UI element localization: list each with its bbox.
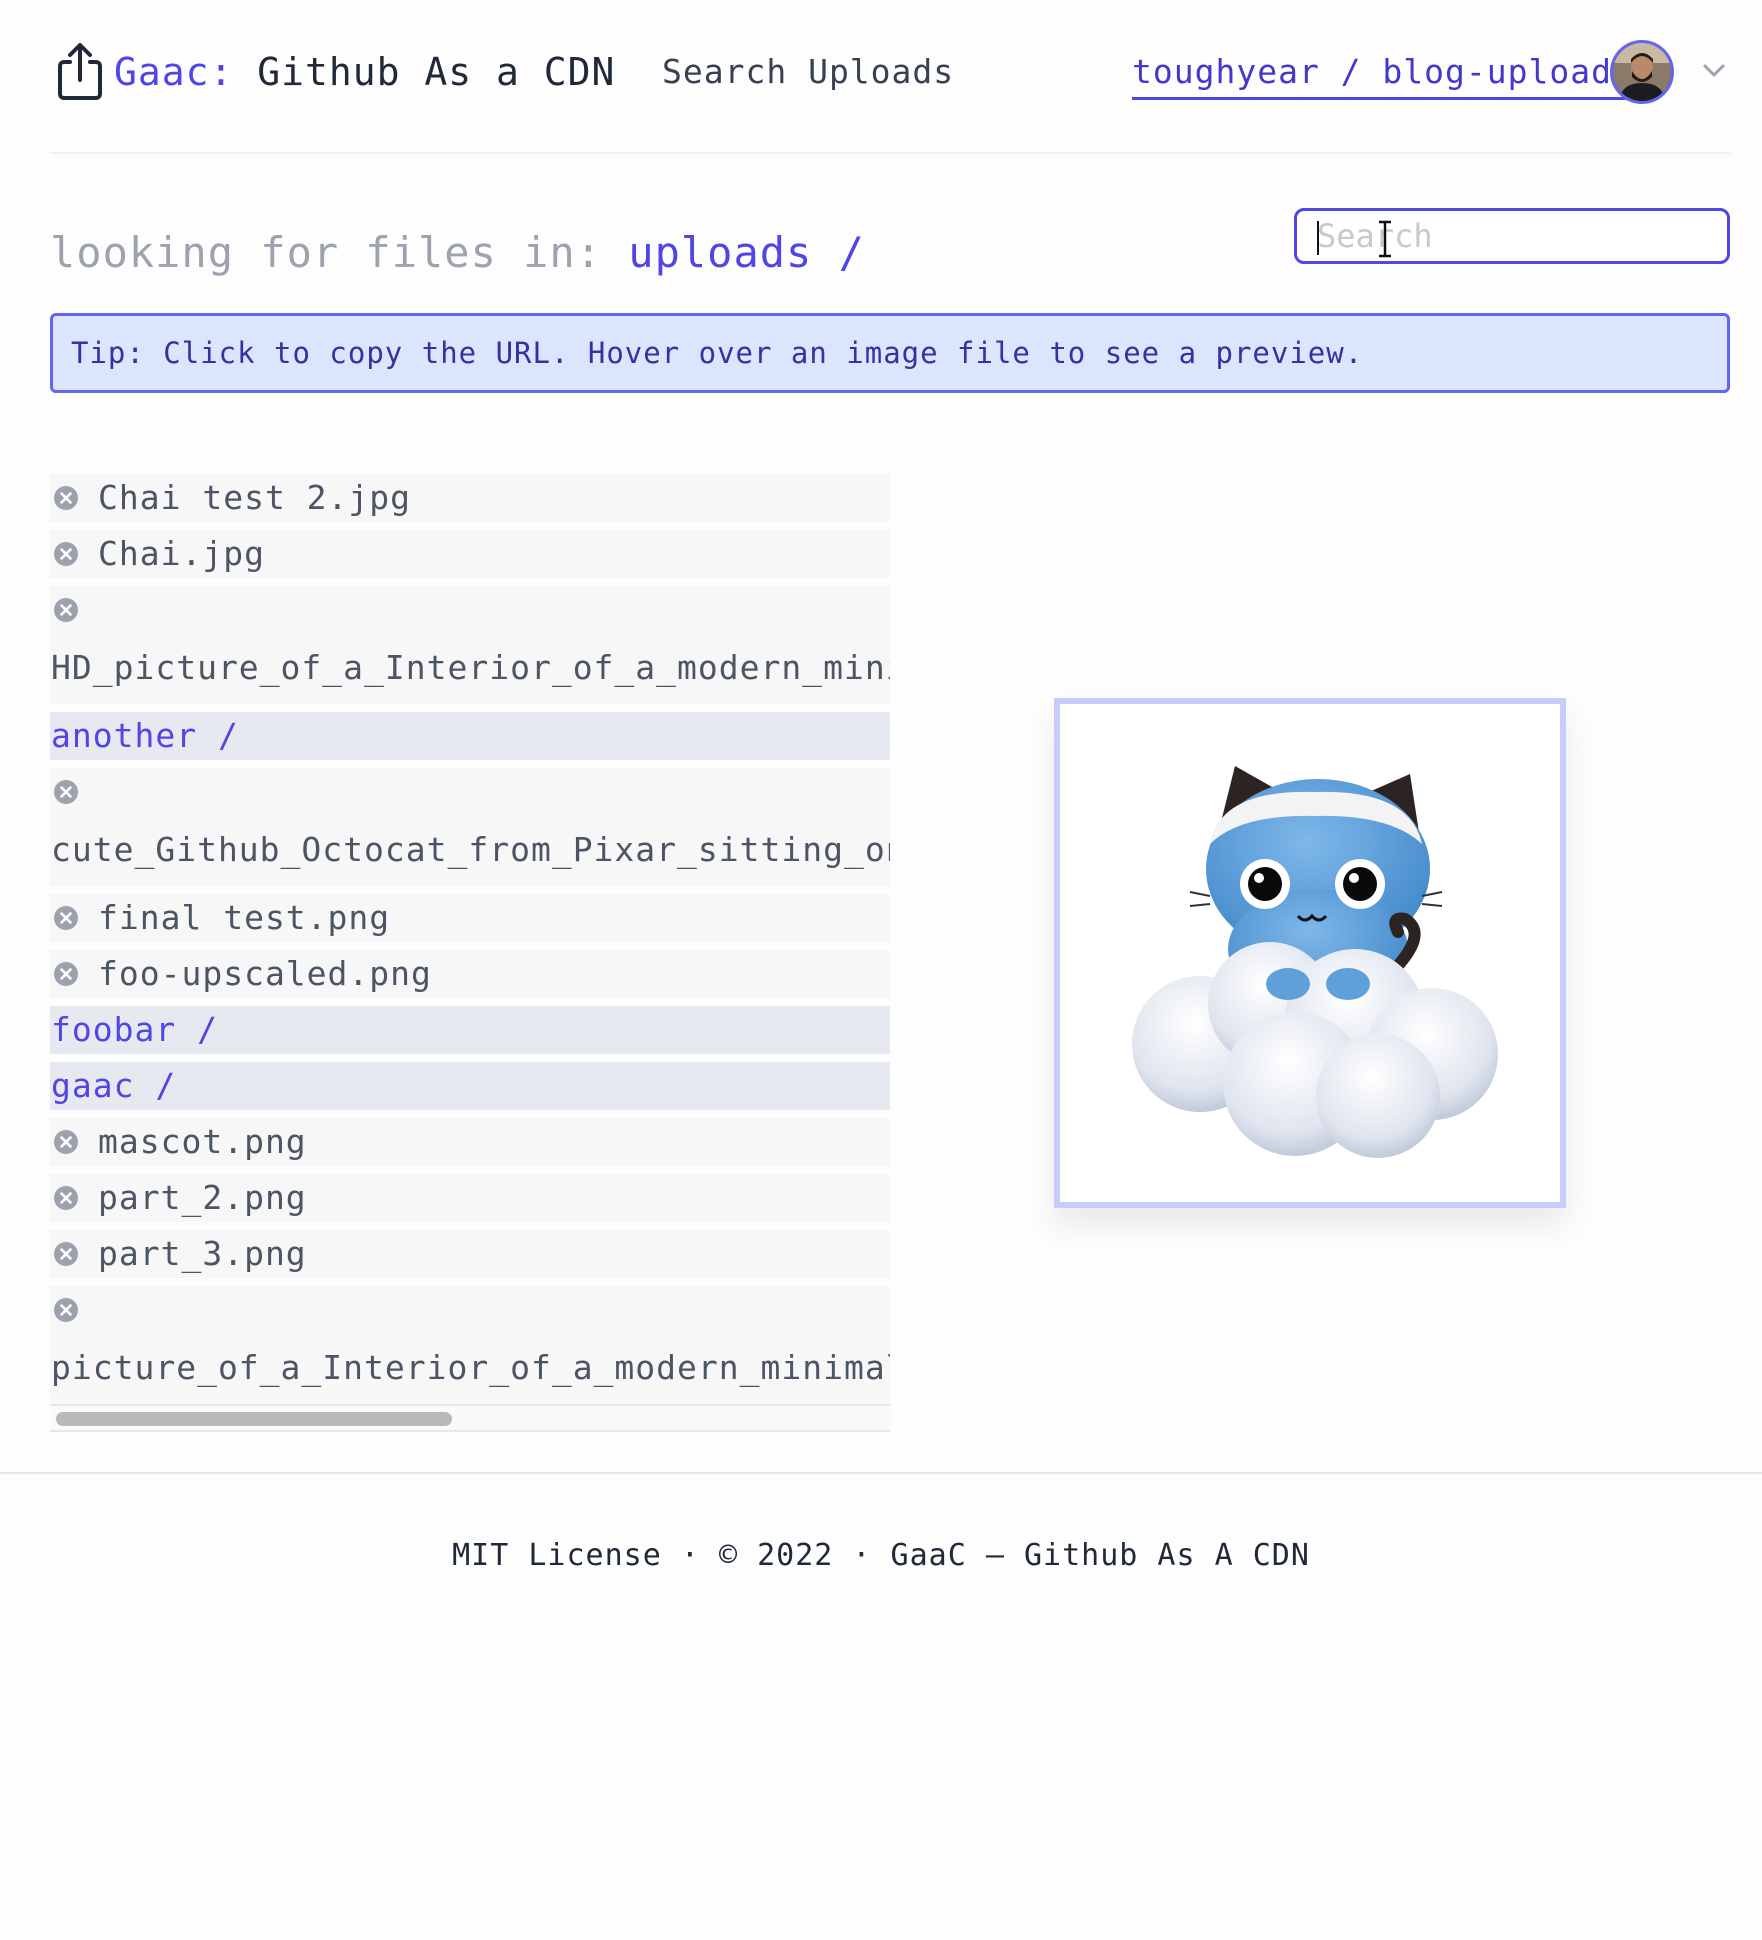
file-row[interactable]: HD_picture_of_a_Interior_of_a_modern_min… — [50, 586, 890, 704]
image-preview — [1054, 698, 1566, 1208]
delete-file-icon[interactable] — [52, 1240, 80, 1268]
search-box[interactable] — [1294, 208, 1730, 264]
brand-tagline: Github As a CDN — [233, 50, 616, 94]
delete-file-icon[interactable] — [52, 1296, 80, 1324]
horizontal-scrollbar[interactable] — [50, 1404, 890, 1432]
user-avatar-icon — [1613, 43, 1671, 101]
file-name: part_3.png — [98, 1234, 307, 1273]
footer-divider — [0, 1472, 1762, 1474]
delete-file-icon[interactable] — [52, 1184, 80, 1212]
octocat-mascot-image — [1132, 766, 1498, 1158]
file-row[interactable]: mascot.png — [50, 1118, 890, 1166]
tip-text: Tip: Click to copy the URL. Hover over a… — [71, 336, 1364, 370]
footer-text: MIT License · © 2022 · GaaC – Github As … — [452, 1538, 1310, 1573]
file-list: Chai test 2.jpg Chai.jpg HD_picture_of_a_I… — [50, 474, 890, 1432]
repo-link[interactable]: toughyear / blog-uploads — [1132, 52, 1633, 100]
file-row[interactable]: picture_of_a_Interior_of_a_modern_minima… — [50, 1286, 890, 1404]
file-row[interactable]: Chai.jpg — [50, 530, 890, 578]
delete-file-icon[interactable] — [52, 540, 80, 568]
share-upload-icon — [58, 43, 102, 100]
delete-file-icon[interactable] — [52, 596, 80, 624]
file-row[interactable]: part_2.png — [50, 1174, 890, 1222]
delete-file-icon[interactable] — [52, 904, 80, 932]
header-divider — [50, 152, 1730, 154]
tip-banner: Tip: Click to copy the URL. Hover over a… — [50, 313, 1730, 393]
file-name: Chai test 2.jpg — [98, 478, 412, 517]
folder-name: gaac / — [51, 1066, 177, 1105]
brand-name: Gaac: — [114, 50, 234, 94]
file-row[interactable]: part_3.png — [50, 1230, 890, 1278]
file-name: mascot.png — [98, 1122, 307, 1161]
nav-search-uploads[interactable]: Search Uploads — [662, 52, 954, 91]
delete-file-icon[interactable] — [52, 484, 80, 512]
file-name: HD_picture_of_a_Interior_of_a_modern_min… — [51, 648, 890, 687]
delete-file-icon[interactable] — [52, 1128, 80, 1156]
folder-row[interactable]: gaac / — [50, 1062, 890, 1110]
file-row[interactable]: cute_Github_Octocat_from_Pixar_sitting_o… — [50, 768, 890, 886]
folder-row[interactable]: foobar / — [50, 1006, 890, 1054]
text-caret — [1317, 221, 1319, 255]
app-header: Gaac: Github As a CDN Search Uploads tou… — [50, 34, 1730, 114]
file-name: Chai.jpg — [98, 534, 265, 573]
file-row[interactable]: final test.png — [50, 894, 890, 942]
file-name: cute_Github_Octocat_from_Pixar_sitting_o… — [51, 830, 890, 869]
file-name: picture_of_a_Interior_of_a_modern_minima… — [51, 1348, 890, 1387]
brand-title[interactable]: Gaac: Github As a CDN — [114, 50, 615, 94]
delete-file-icon[interactable] — [52, 778, 80, 806]
folder-name: foobar / — [51, 1010, 218, 1049]
file-name: final test.png — [98, 898, 391, 937]
delete-file-icon[interactable] — [52, 960, 80, 988]
file-name: part_2.png — [98, 1178, 307, 1217]
scrollbar-thumb[interactable] — [56, 1412, 452, 1426]
path-label: looking for files in: — [50, 228, 629, 277]
file-name: foo-upscaled.png — [98, 954, 432, 993]
avatar[interactable] — [1610, 40, 1674, 104]
path-folder[interactable]: uploads / — [628, 228, 865, 277]
search-input[interactable] — [1297, 211, 1727, 261]
folder-name: another / — [51, 716, 239, 755]
file-row[interactable]: foo-upscaled.png — [50, 950, 890, 998]
text-cursor-icon — [1379, 220, 1391, 258]
folder-row[interactable]: another / — [50, 712, 890, 760]
current-path: looking for files in: uploads / — [50, 228, 865, 277]
chevron-down-icon[interactable] — [1700, 56, 1728, 84]
file-row[interactable]: Chai test 2.jpg — [50, 474, 890, 522]
